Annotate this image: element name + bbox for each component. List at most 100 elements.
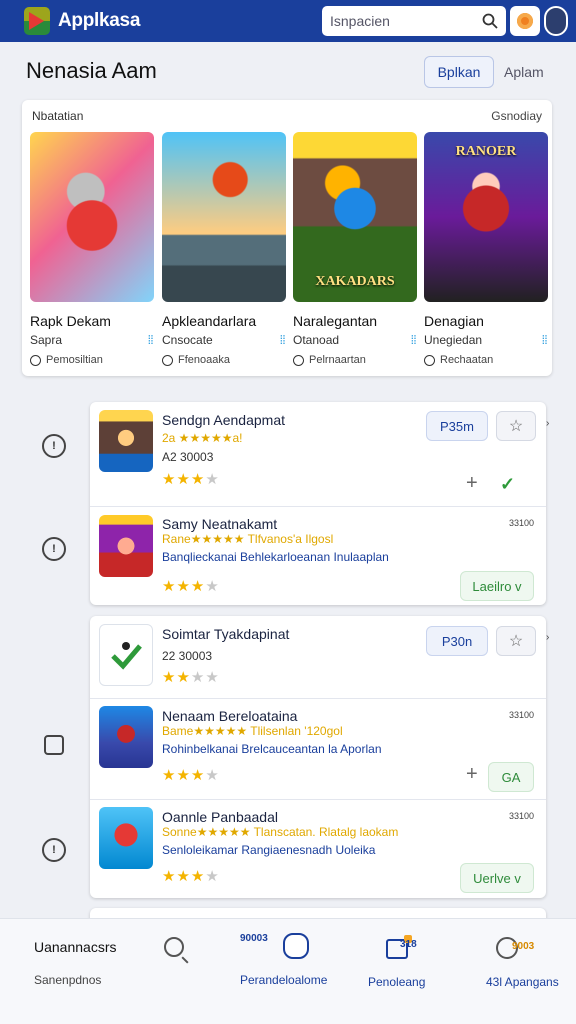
search-icon: [164, 937, 184, 957]
clock-icon[interactable]: !: [42, 537, 66, 561]
game-cover-image[interactable]: [30, 132, 154, 302]
featured-game-4[interactable]: RANOER Denagian Unegiedan ⣿ Rechaatan: [424, 132, 548, 366]
section-link[interactable]: Aplam: [504, 64, 544, 80]
bottom-nav: Uanannacsrs Sanenpdnos 90003 Perandeloal…: [0, 918, 576, 1024]
price-button[interactable]: P35m: [426, 411, 488, 441]
star-icon[interactable]: ☆: [496, 626, 536, 656]
plus-icon[interactable]: +: [466, 763, 478, 786]
list-item[interactable]: Sendgn Aendapmat 2a ★★★★★a! A2 30003 ★★★…: [90, 402, 546, 506]
game-name: Denagian: [424, 313, 484, 329]
game-subtitle: Cnsocate: [162, 333, 213, 347]
list-item-count: 33100: [508, 710, 534, 720]
signal-icon: ⣿: [410, 334, 417, 344]
bottom-nav-subtitle: Sanenpdnos: [34, 973, 102, 987]
plus-icon[interactable]: +: [466, 472, 478, 495]
list-card: Sendgn Aendapmat 2a ★★★★★a! A2 30003 ★★★…: [90, 402, 546, 605]
checkmark-icon: [111, 642, 142, 670]
box-icon[interactable]: [44, 735, 64, 755]
list-item-promo: Bame★★★★★ Tlilsenlan '120gol: [162, 724, 343, 738]
list-item-description: Rohinbelkanai Brelcauceantan la Aporlan: [162, 742, 382, 756]
avatar[interactable]: [544, 6, 568, 36]
list-item-subtitle: A2 30003: [162, 450, 214, 464]
list-item-rating-text: 2a ★★★★★a!: [162, 431, 243, 445]
list-item-title: Samy Neatnakamt: [162, 516, 278, 532]
nav-label: 43l Apangans: [486, 975, 559, 989]
install-button[interactable]: Laeilro v: [460, 571, 534, 601]
game-name: Apkleandarlara: [162, 313, 257, 329]
star-rating: ★★★★: [162, 471, 220, 488]
list-card: Soimtar Tyakdapinat 22 30003 ★★★★ P30n ☆…: [90, 616, 546, 898]
home-icon: [282, 933, 309, 959]
search-placeholder: Isnpacien: [330, 13, 390, 29]
game-subtitle: Unegiedan: [424, 333, 483, 347]
list-item-title: Oannle Panbaadal: [162, 809, 278, 825]
section-button[interactable]: Bplkan: [424, 56, 494, 88]
game-thumbnail[interactable]: [99, 624, 153, 686]
list-item-description: Banqlieckanai Behlekarloeanan Inulaaplan: [162, 550, 389, 564]
clock-icon: [293, 354, 304, 366]
list-item-promo: Sonne★★★★★ Tlanscatan. Rlatalg laokam: [162, 825, 399, 839]
clock-icon: [424, 354, 435, 366]
list-item[interactable]: Nenaam Bereloataina Bame★★★★★ Tlilsenlan…: [90, 699, 546, 799]
nav-item-home[interactable]: 90003 Perandeloalome: [240, 933, 327, 987]
signal-icon: ⣿: [541, 334, 548, 344]
list-item-promo: Rane★★★★★ Tlfvanos'a Ilgosl: [162, 532, 334, 546]
list-item-title: Soimtar Tyakdapinat: [162, 626, 290, 642]
cover-title: XAKADARS: [315, 274, 395, 289]
alert-icon[interactable]: !: [42, 838, 66, 862]
featured-card: Nbatatian Gsnodiay Rapk Dekam Sapra ⣿ Pe…: [22, 100, 552, 376]
nav-item-account[interactable]: 9003 43l Apangans: [466, 933, 559, 989]
game-thumbnail[interactable]: [99, 706, 153, 768]
list-item-subtitle: 22 30003: [162, 649, 213, 663]
game-meta: Rechaatan: [440, 354, 494, 366]
list-item-title: Nenaam Bereloataina: [162, 708, 298, 724]
game-name: Naralegantan: [293, 313, 378, 329]
signal-icon: ⣿: [279, 334, 286, 344]
install-button[interactable]: Uerlve v: [460, 863, 534, 893]
rewards-icon[interactable]: [510, 6, 540, 36]
game-thumbnail[interactable]: [99, 807, 153, 869]
nav-label: Penoleang: [368, 975, 426, 989]
nav-search[interactable]: [164, 937, 184, 957]
star-rating: ★★★★: [162, 868, 220, 885]
clock-icon[interactable]: !: [42, 434, 66, 458]
list-item-count: 33100: [508, 811, 534, 821]
get-button[interactable]: GA: [488, 762, 534, 792]
search-input[interactable]: Isnpacien: [322, 6, 506, 36]
featured-game-2[interactable]: Apkleandarlara Cnsocate ⣿ Ffenoaaka: [162, 132, 286, 366]
featured-game-3[interactable]: XAKADARS Naralegantan Otanoad ⣿ Pelrnaar…: [293, 132, 417, 366]
game-cover-image[interactable]: XAKADARS: [293, 132, 417, 302]
star-rating: ★★★★: [162, 767, 220, 784]
list-item-description: Senloleikamar Rangiaenesnadh Uoleika: [162, 843, 376, 857]
game-meta: Pelrnaartan: [309, 354, 366, 366]
signal-icon: ⣿: [147, 334, 154, 344]
nav-item-library[interactable]: 318 Penoleang: [368, 933, 425, 989]
game-name: Rapk Dekam: [30, 313, 111, 329]
clock-icon: [30, 354, 41, 366]
chevron-right-icon[interactable]: ›: [546, 632, 549, 643]
featured-label: Nbatatian: [32, 109, 84, 123]
game-thumbnail[interactable]: [99, 410, 153, 472]
price-button[interactable]: P30n: [426, 626, 488, 656]
star-icon[interactable]: ☆: [496, 411, 536, 441]
list-item[interactable]: Oannle Panbaadal Sonne★★★★★ Tlanscatan. …: [90, 800, 546, 898]
game-cover-image[interactable]: RANOER: [424, 132, 548, 302]
game-cover-image[interactable]: [162, 132, 286, 302]
app-logo-icon[interactable]: [24, 7, 50, 35]
game-meta: Ffenoaaka: [178, 354, 230, 366]
list-item[interactable]: Samy Neatnakamt Rane★★★★★ Tlfvanos'a Ilg…: [90, 507, 546, 605]
bottom-nav-title[interactable]: Uanannacsrs: [34, 939, 117, 955]
game-meta: Pemosiltian: [46, 354, 103, 366]
nav-label: Perandeloalome: [240, 973, 328, 987]
nav-badge: 318: [400, 939, 417, 950]
search-icon[interactable]: [482, 13, 498, 29]
featured-see-all-link[interactable]: Gsnodiay: [491, 109, 542, 123]
list-item[interactable]: Soimtar Tyakdapinat 22 30003 ★★★★ P30n ☆: [90, 616, 546, 698]
game-thumbnail[interactable]: [99, 515, 153, 577]
chevron-right-icon[interactable]: ›: [546, 418, 549, 429]
featured-game-1[interactable]: Rapk Dekam Sapra ⣿ Pemosiltian: [30, 132, 154, 366]
cover-title: RANOER: [455, 144, 517, 159]
game-subtitle: Sapra: [30, 333, 63, 347]
game-subtitle: Otanoad: [293, 333, 340, 347]
checkmark-icon[interactable]: ✓: [500, 474, 515, 495]
